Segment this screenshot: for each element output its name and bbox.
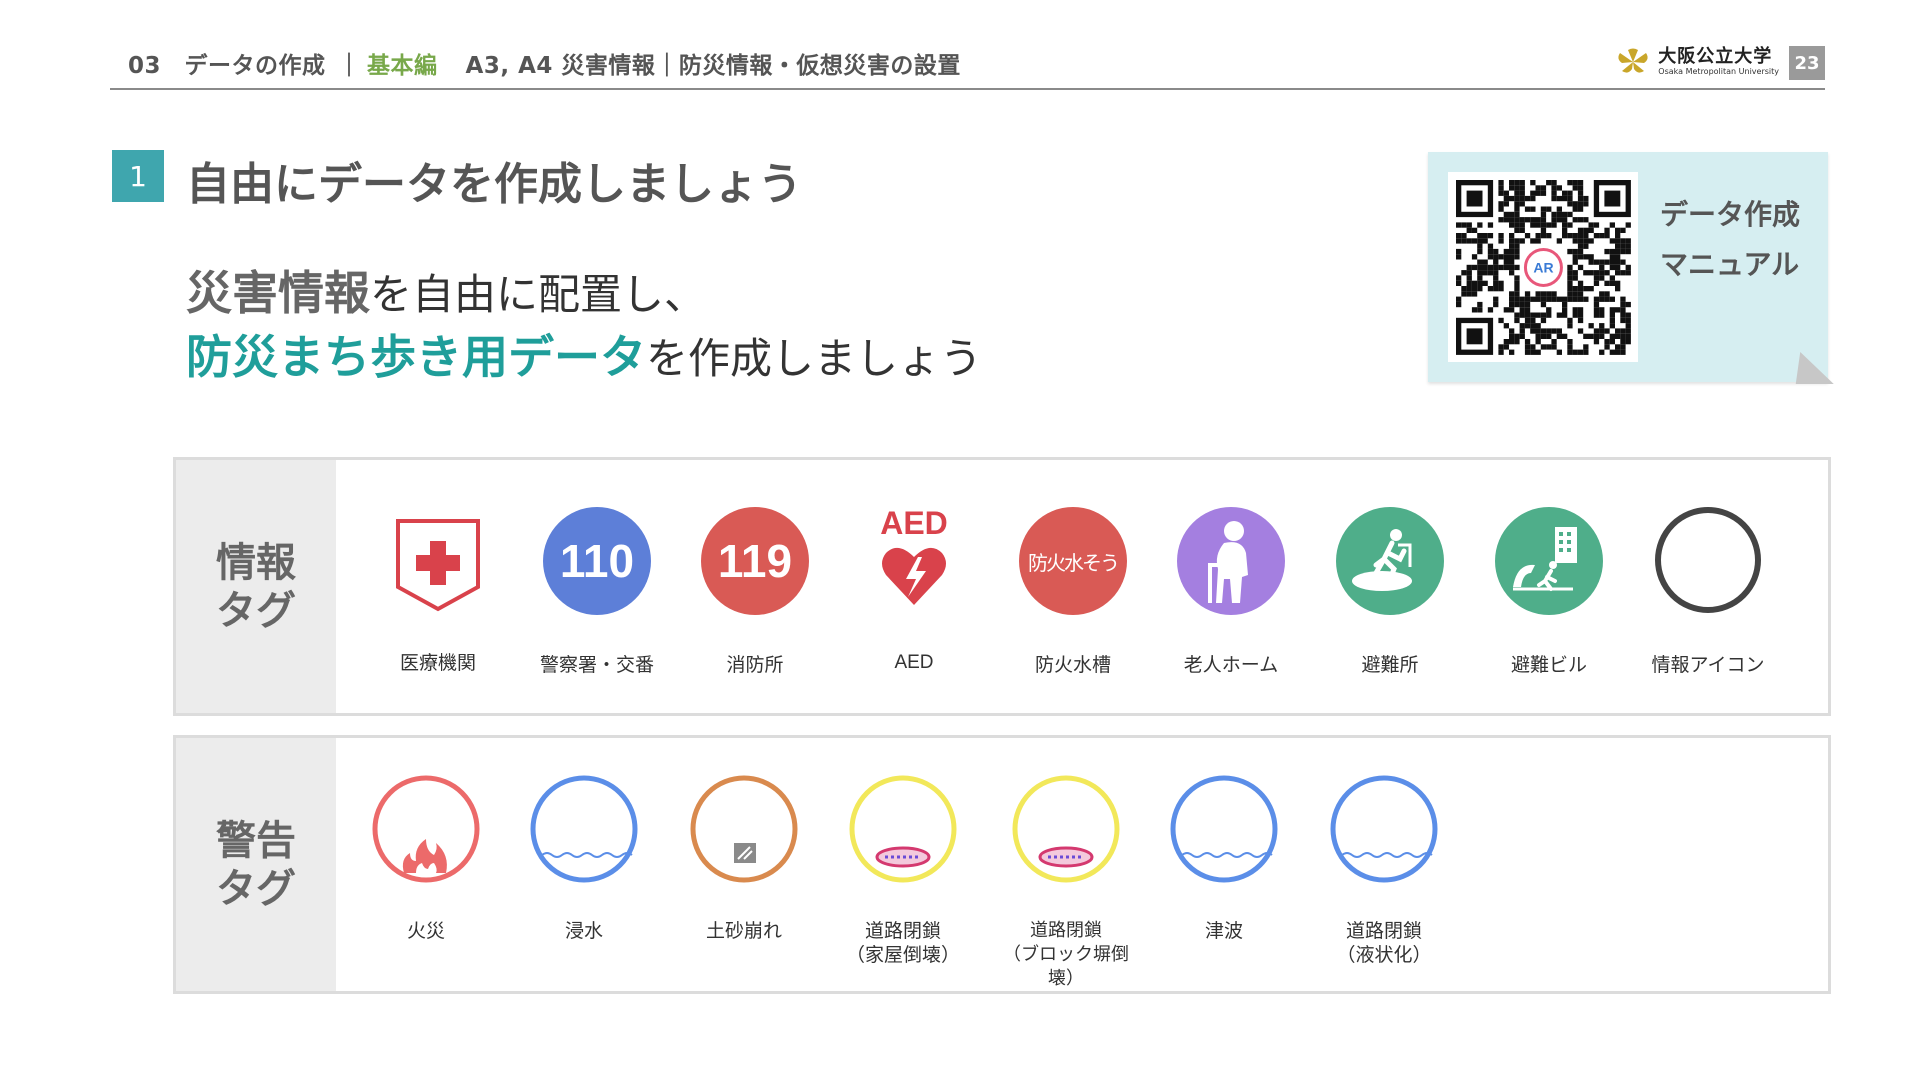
tag-label: 道路閉鎖 （液状化） (1336, 920, 1432, 966)
tag-medical[interactable]: 医療機関 (363, 505, 513, 675)
breadcrumb-chapter: 03 データの作成 (128, 53, 326, 79)
tag-label: 道路閉鎖 （家屋倒壊） (845, 920, 960, 966)
landslide-icon (690, 775, 798, 883)
tag-elderly-home[interactable]: 老人ホーム (1156, 505, 1306, 677)
tag-road-closed-house[interactable]: 道路閉鎖 （家屋倒壊） (828, 773, 978, 967)
fire-water-tank-icon-text: 防火水そう (1028, 550, 1120, 575)
qr-code[interactable]: AR (1448, 172, 1638, 362)
tag-label: 警察署・交番 (539, 654, 654, 676)
road-closed-house-icon (849, 775, 957, 883)
tag-label: 消防所 (726, 654, 784, 676)
section-title: 自由にデータを作成しましょう (186, 159, 802, 210)
qr-code-icon: AR (1456, 180, 1631, 355)
tag-aed[interactable]: AED AED (839, 505, 989, 675)
tsunami-icon (1170, 775, 1278, 883)
manual-label-line-1: データ作成 (1660, 198, 1801, 231)
tag-tsunami[interactable]: 津波 (1149, 773, 1299, 943)
breadcrumb-level: 基本編 (367, 53, 438, 79)
tag-label: 土砂崩れ (705, 920, 782, 942)
tag-police[interactable]: 110 警察署・交番 (522, 505, 672, 677)
page-curl (1795, 352, 1839, 384)
info-tag-heading: 情報 タグ (176, 460, 336, 713)
elderly-person-icon (1208, 521, 1248, 603)
tag-label: 避難所 (1361, 654, 1419, 676)
medical-icon (396, 519, 480, 612)
tag-label: 火災 (406, 920, 445, 942)
tag-label: 津波 (1204, 920, 1243, 942)
manual-label: データ作成 マニュアル (1660, 190, 1800, 290)
tag-landslide[interactable]: 土砂崩れ (669, 773, 819, 943)
lead-emphasis-2: 防災まち歩き用データ (186, 330, 646, 384)
manual-qr-card[interactable]: AR データ作成 マニュアル (1428, 152, 1839, 384)
breadcrumb: 03 データの作成 ｜基本編 A3, A4 災害情報｜防災情報・仮想災害の設置 (128, 46, 973, 80)
slide-header: 03 データの作成 ｜基本編 A3, A4 災害情報｜防災情報・仮想災害の設置 大阪… (110, 40, 1825, 90)
flood-icon (530, 775, 638, 883)
breadcrumb-separator: ｜ (337, 53, 362, 79)
evacuation-building-icon (1495, 507, 1603, 615)
tag-shelter[interactable]: 避難所 (1315, 505, 1465, 677)
fire-icon (372, 775, 480, 883)
tag-label: AED (894, 652, 934, 673)
tag-evacuation-building[interactable]: 避難ビル (1474, 505, 1624, 677)
ginkgo-logo-icon (1618, 48, 1648, 73)
fire-station-icon-text: 119 (717, 535, 793, 587)
tag-info-icon[interactable]: 情報アイコン (1633, 505, 1783, 677)
lead-line-2: 防災まち歩き用データを作成しましょう (186, 326, 982, 390)
tag-road-closed-wall[interactable]: 道路閉鎖 （ブロック塀倒壊） (991, 773, 1141, 991)
tag-label: 医療機関 (399, 652, 476, 674)
tag-label: 浸水 (564, 920, 603, 942)
police-110-icon: 110 (543, 507, 651, 615)
warning-tag-panel: 警告 タグ 火災 浸水 土砂崩れ 道路閉鎖 （家屋倒壊） 道路閉鎖 （ブロック塀… (173, 735, 1831, 994)
road-closed-wall-icon (1012, 775, 1120, 883)
fire-water-tank-icon: 防火水そう (1019, 507, 1127, 615)
info-tag-heading-line-2: タグ (216, 587, 296, 634)
building-icon (1513, 527, 1577, 591)
lead-text-1: を自由に配置し、 (370, 270, 707, 319)
tag-fire-station[interactable]: 119 消防所 (680, 505, 830, 677)
section-number-badge: 1 (112, 150, 164, 202)
tag-label: 老人ホーム (1183, 654, 1279, 676)
warning-tag-heading: 警告 タグ (176, 738, 336, 991)
lead-text: 災害情報を自由に配置し、 防災まち歩き用データを作成しましょう (186, 262, 982, 390)
lead-text-2: を作成しましょう (646, 334, 983, 383)
tag-road-closed-liquefaction[interactable]: 道路閉鎖 （液状化） (1309, 773, 1459, 967)
heart-icon (882, 547, 946, 605)
aed-icon: AED (858, 505, 970, 617)
elderly-home-icon (1177, 507, 1285, 615)
aed-icon-text: AED (880, 505, 948, 541)
lead-emphasis-1: 災害情報 (186, 266, 370, 320)
info-tag-heading-line-1: 情報 (216, 539, 296, 586)
tag-fire[interactable]: 火災 (351, 773, 501, 943)
tag-label: 防火水槽 (1034, 654, 1111, 676)
info-ring-icon (1655, 507, 1761, 613)
tag-fire-water-tank[interactable]: 防火水そう 防火水槽 (998, 505, 1148, 677)
police-icon-text: 110 (559, 535, 635, 587)
warning-tag-heading-line-1: 警告 (216, 817, 296, 864)
brand-name-jp: 大阪公立大学 (1658, 46, 1773, 67)
shelter-icon (1336, 507, 1444, 615)
warning-tag-heading-line-2: タグ (216, 865, 296, 912)
university-logo: 大阪公立大学 Osaka Metropolitan University (1614, 44, 1779, 80)
fire-119-icon: 119 (701, 507, 809, 615)
running-person-icon (1352, 529, 1412, 591)
page-number: 23 (1789, 46, 1825, 80)
qr-center-mark: AR (1533, 259, 1553, 275)
tag-flood[interactable]: 浸水 (509, 773, 659, 943)
manual-label-line-2: マニュアル (1660, 248, 1800, 281)
tag-label: 道路閉鎖 （ブロック塀倒壊） (1003, 920, 1129, 989)
brand-name-en: Osaka Metropolitan University (1658, 67, 1779, 76)
tag-label: 避難ビル (1510, 654, 1587, 676)
breadcrumb-topic: A3, A4 災害情報｜防災情報・仮想災害の設置 (465, 53, 961, 79)
info-tag-panel: 情報 タグ 医療機関 110 警察署・交番 119 消防所 AED AED 防火… (173, 457, 1831, 716)
road-closed-liquefaction-icon (1330, 775, 1438, 883)
tag-label: 情報アイコン (1651, 654, 1765, 676)
lead-line-1: 災害情報を自由に配置し、 (186, 262, 982, 326)
